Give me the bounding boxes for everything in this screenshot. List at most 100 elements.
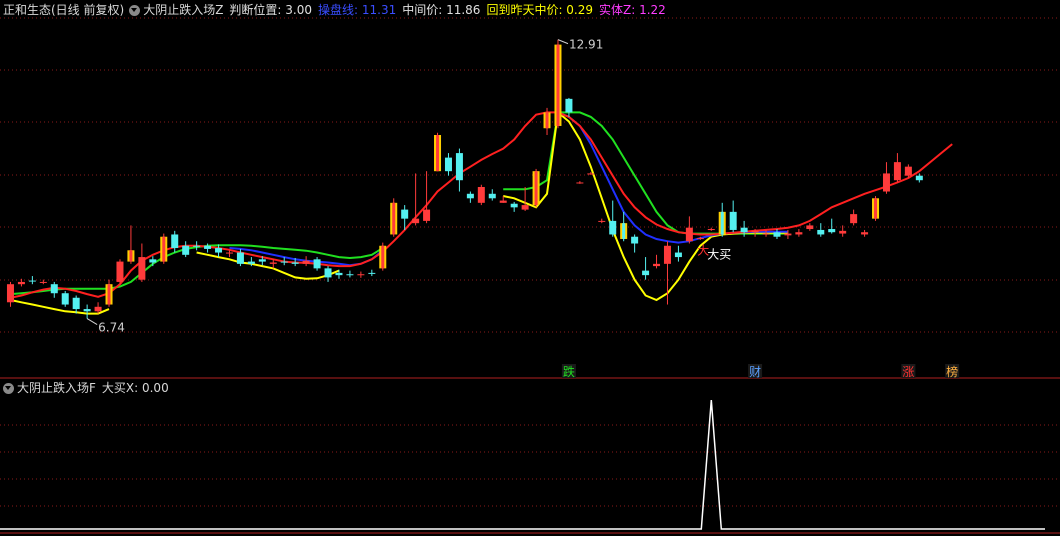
main-header: 正和生态(日线 前复权) 大阴止跌入场Z 判断位置: 3.00 操盘线: 11.… bbox=[0, 2, 672, 18]
candle-body bbox=[225, 252, 233, 254]
candle-body bbox=[455, 153, 463, 181]
candle-body bbox=[740, 227, 748, 233]
candle-body bbox=[193, 245, 201, 247]
candle-body bbox=[521, 205, 529, 210]
candle-body bbox=[258, 259, 266, 262]
candle-body bbox=[412, 218, 420, 224]
candle-body bbox=[17, 281, 25, 285]
candle-body bbox=[72, 297, 80, 310]
header-item-body-z: 实体Z: 1.22 bbox=[599, 3, 666, 17]
candle-body bbox=[784, 233, 792, 236]
candle-body bbox=[477, 187, 485, 203]
candle-body bbox=[510, 203, 518, 208]
stock-title: 正和生态(日线 前复权) bbox=[3, 3, 125, 17]
candle-body-core bbox=[720, 211, 724, 235]
candle-body bbox=[357, 274, 365, 276]
header-item-mid-price: 中间价: 11.86 bbox=[402, 3, 481, 17]
indicator-menu-icon[interactable] bbox=[129, 4, 141, 16]
candle-body bbox=[204, 245, 212, 249]
candle-body-core bbox=[107, 284, 111, 305]
candle-body bbox=[28, 280, 36, 282]
candle-body-core bbox=[622, 223, 626, 239]
candle-body bbox=[423, 209, 431, 221]
red-line bbox=[10, 111, 953, 299]
candle-body bbox=[762, 233, 770, 235]
candle-body bbox=[828, 229, 836, 233]
candle-body bbox=[817, 229, 825, 235]
candle-body bbox=[291, 262, 299, 264]
sub-indicator-panel bbox=[0, 399, 1045, 530]
tag-label: 榜 bbox=[946, 364, 958, 379]
high-pointer bbox=[557, 39, 569, 45]
sub-indicator-value: 大买X: 0.00 bbox=[101, 381, 169, 395]
candle-body bbox=[247, 261, 255, 264]
high-price-label: 12.91 bbox=[569, 38, 603, 52]
candle-body bbox=[806, 225, 814, 230]
tag-label: 涨 bbox=[902, 364, 914, 379]
candle-body bbox=[663, 245, 671, 264]
candle-body bbox=[729, 211, 737, 230]
candle-body-core bbox=[129, 250, 133, 262]
candle-body bbox=[576, 182, 584, 184]
candle-body bbox=[182, 245, 190, 255]
candle-body bbox=[171, 234, 179, 249]
candle-body bbox=[335, 272, 343, 276]
grid-lines bbox=[0, 17, 1060, 534]
candle-body bbox=[346, 274, 354, 276]
candle-body bbox=[882, 173, 890, 192]
buy-signal-label-big: 大买 bbox=[707, 248, 731, 262]
candle-body bbox=[904, 166, 912, 176]
signal-line bbox=[0, 399, 1045, 530]
candle-body-core bbox=[545, 112, 549, 129]
candle-body bbox=[642, 270, 650, 276]
candle-body bbox=[215, 248, 223, 253]
candle-body-core bbox=[381, 245, 385, 269]
candle-body bbox=[861, 232, 869, 235]
candle-body bbox=[302, 260, 310, 264]
candle-body bbox=[6, 284, 14, 303]
candle-body bbox=[94, 306, 102, 312]
candle-body bbox=[587, 173, 595, 175]
candle-body bbox=[149, 259, 157, 263]
green-line bbox=[10, 111, 788, 296]
indicator-lines bbox=[10, 110, 953, 315]
candle-body bbox=[609, 220, 617, 235]
sub-indicator-name[interactable]: 大阴止跌入场F bbox=[17, 380, 96, 396]
indicator-name[interactable]: 大阴止跌入场Z bbox=[143, 2, 223, 18]
candle-body bbox=[368, 272, 376, 274]
candle-body-core bbox=[534, 171, 538, 206]
header-item-position: 判断位置: 3.00 bbox=[229, 3, 312, 17]
candle-body bbox=[674, 252, 682, 258]
candle-body bbox=[269, 262, 277, 264]
low-pointer bbox=[86, 318, 98, 325]
candle-body-core bbox=[874, 198, 878, 219]
candle-body bbox=[850, 214, 858, 224]
candle-body bbox=[685, 227, 693, 242]
candle-body bbox=[138, 257, 146, 280]
candle-body bbox=[61, 293, 69, 305]
candle-body bbox=[83, 309, 91, 312]
candle-body-core bbox=[392, 202, 396, 235]
candle-body bbox=[707, 229, 715, 231]
candle-body bbox=[39, 281, 47, 283]
header-item-back-mid: 回到昨天中价: 0.29 bbox=[486, 3, 594, 17]
header-item-trade-line: 操盘线: 11.31 bbox=[318, 3, 397, 17]
candle-body bbox=[444, 157, 452, 172]
low-price-label: 6.74 bbox=[98, 321, 125, 335]
candle-body bbox=[696, 238, 704, 240]
candle-body bbox=[773, 232, 781, 237]
tag-label: 跌 bbox=[563, 364, 575, 379]
candle-body bbox=[116, 261, 124, 282]
candle-body bbox=[401, 209, 409, 219]
candle-body bbox=[488, 193, 496, 199]
candle-body bbox=[313, 259, 321, 269]
candle-body bbox=[915, 175, 923, 181]
candle-body bbox=[280, 261, 288, 263]
candle-body bbox=[466, 193, 474, 199]
candle-body bbox=[324, 268, 332, 278]
candle-body bbox=[751, 230, 759, 233]
candle-body bbox=[598, 220, 606, 222]
sub-indicator-menu-icon[interactable] bbox=[3, 382, 14, 394]
tag-label: 财 bbox=[749, 365, 761, 379]
sub-header: 大阴止跌入场F 大买X: 0.00 bbox=[0, 380, 175, 396]
